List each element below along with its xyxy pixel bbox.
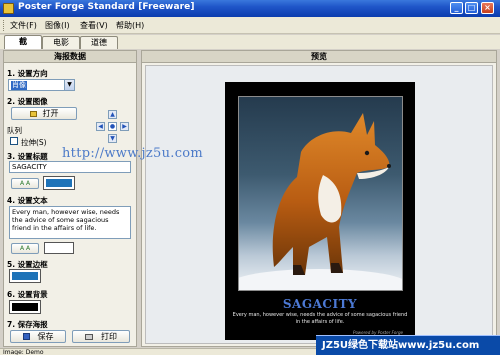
chevron-down-icon[interactable]: ▼ — [64, 80, 74, 90]
text-color-swatch[interactable] — [44, 242, 74, 254]
preview-canvas: SAGACITY Every man, however wise, needs … — [145, 65, 493, 344]
queue-label: 队列 — [7, 126, 22, 135]
title-color-swatch[interactable] — [43, 176, 75, 190]
arrow-up-icon[interactable]: ▲ — [108, 110, 117, 119]
floppy-icon — [22, 333, 30, 340]
tab-strip: 截 电影 道德 — [0, 35, 500, 49]
arrow-left-icon[interactable]: ◀ — [96, 122, 105, 131]
title-input[interactable]: SAGACITY — [9, 161, 131, 173]
title-font-button[interactable]: A A — [11, 178, 39, 189]
text-input[interactable]: Every man, however wise, needs the advic… — [9, 206, 131, 239]
fox-image — [239, 113, 402, 290]
arrow-right-icon[interactable]: ▶ — [120, 122, 129, 131]
menu-view[interactable]: 查看(V) — [80, 20, 108, 31]
menu-help[interactable]: 帮助(H) — [116, 20, 144, 31]
poster-data-panel: 海报数据 1. 设置方向 肖像 ▼ 2. 设置图像 打开 队列 ▲ ◀ ● ▶ … — [3, 50, 137, 347]
orientation-value: 肖像 — [11, 81, 27, 90]
app-icon — [3, 3, 14, 14]
save-button[interactable]: 保存 — [10, 330, 66, 343]
menu-image[interactable]: 图像(I) — [45, 20, 70, 31]
poster: SAGACITY Every man, however wise, needs … — [225, 82, 415, 340]
window-title: Poster Forge Standard [Freeware] — [18, 2, 195, 12]
printer-icon — [85, 334, 93, 340]
open-button-label: 打开 — [42, 109, 59, 118]
section-save-label: 7. 保存海报 — [7, 320, 48, 329]
stretch-checkbox[interactable] — [10, 137, 18, 145]
section-background-label: 6. 设置背景 — [7, 290, 48, 299]
section-border-label: 5. 设置边框 — [7, 260, 48, 269]
arrow-down-icon[interactable]: ▼ — [108, 134, 117, 143]
menu-bar: 文件(F) 图像(I) 查看(V) 帮助(H) — [0, 17, 500, 34]
title-bar: Poster Forge Standard [Freeware] _ □ × — [0, 0, 500, 17]
stretch-label: 拉伸(S) — [21, 138, 47, 147]
print-button[interactable]: 打印 — [72, 330, 130, 343]
preview-header: 预览 — [142, 51, 496, 63]
poster-title: SAGACITY — [282, 297, 358, 311]
close-button[interactable]: × — [481, 2, 494, 14]
section-image-label: 2. 设置图像 — [7, 97, 48, 106]
print-button-label: 打印 — [101, 332, 117, 341]
center-icon[interactable]: ● — [108, 122, 117, 131]
preview-panel: 预览 SAGACITY Every man, however wise, nee… — [141, 50, 497, 347]
orientation-select[interactable]: 肖像 ▼ — [8, 79, 75, 91]
text-font-button[interactable]: A A — [11, 243, 39, 254]
background-color-swatch[interactable] — [9, 300, 41, 314]
watermark-url: http://www.jz5u.com — [62, 146, 204, 161]
panel-header: 海报数据 — [4, 51, 136, 63]
folder-icon — [29, 111, 37, 117]
poster-photo — [238, 96, 403, 291]
border-color-swatch[interactable] — [9, 269, 41, 283]
tab-movie[interactable]: 电影 — [42, 36, 80, 49]
menu-file[interactable]: 文件(F) — [10, 20, 37, 31]
tab-screen[interactable]: 截 — [4, 35, 42, 49]
menu-grip — [3, 20, 6, 31]
site-badge: JZ5U绿色下载站www.jz5u.com — [316, 335, 500, 355]
section-text-label: 4. 设置文本 — [7, 196, 48, 205]
save-button-label: 保存 — [37, 332, 54, 341]
poster-text: Every man, however wise, needs the advic… — [232, 312, 408, 325]
minimize-button[interactable]: _ — [450, 2, 463, 14]
maximize-button[interactable]: □ — [465, 2, 478, 14]
open-image-button[interactable]: 打开 — [11, 107, 77, 120]
section-orientation-label: 1. 设置方向 — [7, 69, 48, 78]
tab-moral[interactable]: 道德 — [80, 36, 118, 49]
